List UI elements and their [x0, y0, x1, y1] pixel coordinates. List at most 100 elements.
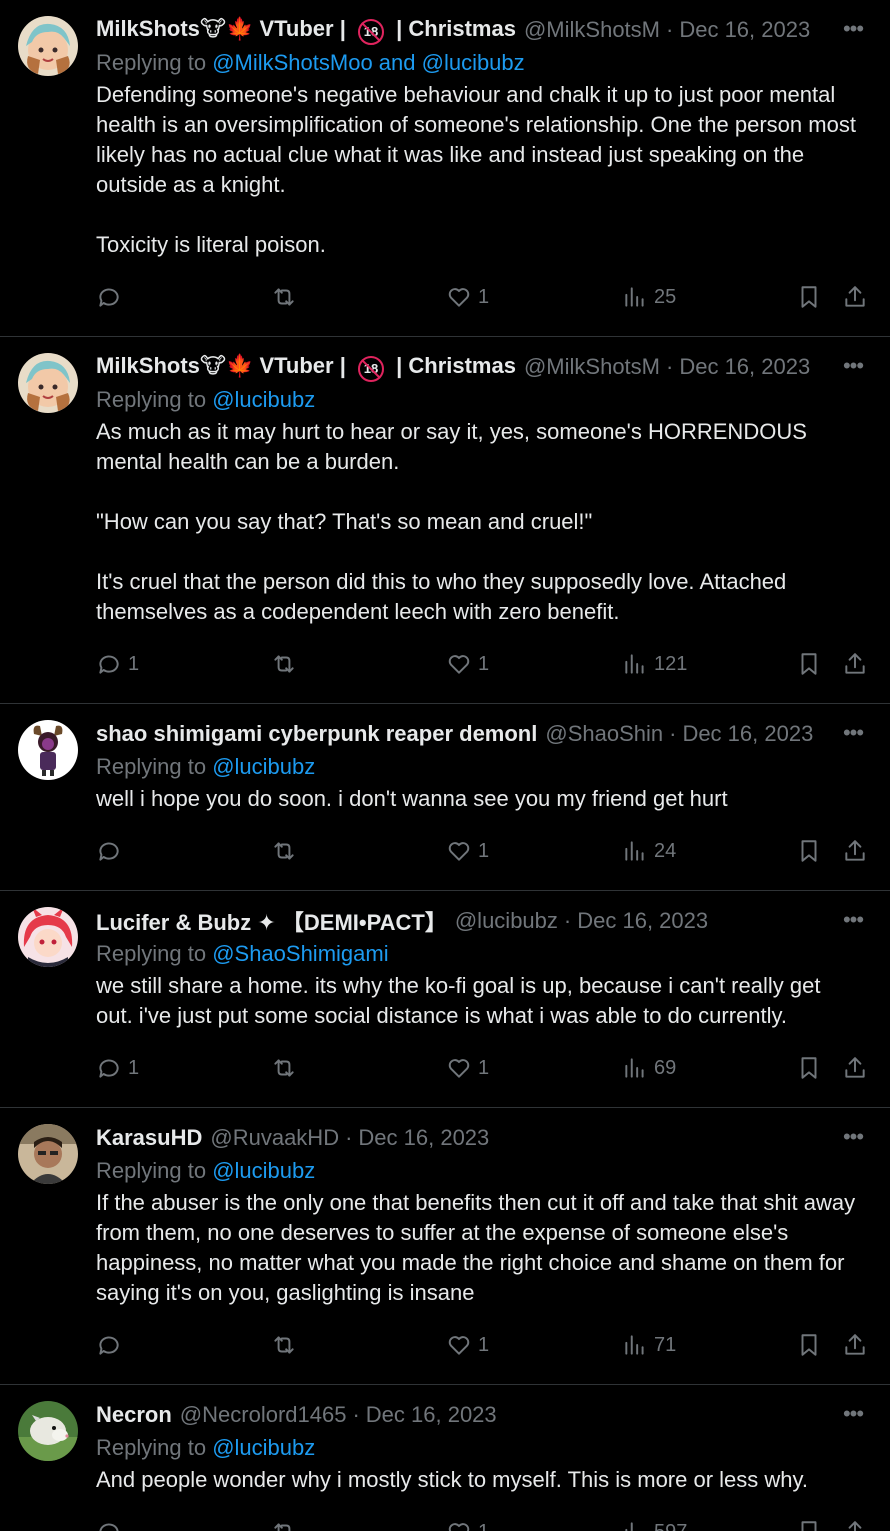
views-bar-chart-icon — [622, 1519, 648, 1531]
bookmark-button[interactable] — [796, 282, 822, 312]
more-options-icon[interactable]: ••• — [838, 1399, 868, 1431]
tweet[interactable]: MilkShots🐮🍁 VTuber | 18 | Christmas @Milk… — [0, 0, 890, 337]
retweet-button[interactable] — [271, 1517, 303, 1531]
avatar[interactable] — [18, 353, 78, 413]
tweet-text: well i hope you do soon. i don't wanna s… — [96, 786, 728, 811]
more-options-icon[interactable]: ••• — [838, 905, 868, 937]
retweet-icon — [271, 284, 297, 310]
like-button[interactable]: 1 — [446, 836, 489, 866]
avatar[interactable] — [18, 1124, 78, 1184]
avatar[interactable] — [18, 1401, 78, 1461]
like-button[interactable]: 1 — [446, 1517, 489, 1531]
tweet-header: KarasuHD @RuvaakHD · Dec 16, 2023 — [96, 1122, 868, 1154]
tweet[interactable]: Lucifer & Bubz ✦ 【DEMI•PACT】 @lucibubz · De… — [0, 891, 890, 1108]
mention-link[interactable]: @ShaoShimigami — [212, 941, 388, 966]
replying-to: Replying to @MilkShotsMoo and @lucibubz — [96, 50, 525, 75]
view-count: 121 — [654, 652, 688, 675]
tweet[interactable]: Necron @Necrolord1465 · Dec 16, 2023 ••• Repl… — [0, 1385, 890, 1531]
views-button[interactable]: 597 — [622, 1517, 687, 1531]
user-handle[interactable]: @MilkShotsM — [524, 354, 660, 380]
user-handle[interactable]: @RuvaakHD — [210, 1125, 339, 1151]
tweet-text: And people wonder why i mostly stick to … — [96, 1467, 808, 1492]
views-bar-chart-icon — [622, 1332, 648, 1358]
tweet-date[interactable]: Dec 16, 2023 — [679, 17, 810, 43]
views-button[interactable]: 24 — [622, 836, 676, 866]
more-options-icon[interactable]: ••• — [838, 351, 868, 383]
reply-button[interactable]: 1 — [96, 1053, 139, 1083]
retweet-button[interactable] — [271, 649, 303, 679]
avatar[interactable] — [18, 16, 78, 76]
user-handle[interactable]: @Necrolord1465 — [180, 1402, 347, 1428]
mention-link[interactable]: @lucibubz — [212, 387, 315, 412]
views-button[interactable]: 121 — [622, 649, 687, 679]
views-button[interactable]: 71 — [622, 1330, 676, 1360]
like-button[interactable]: 1 — [446, 1330, 489, 1360]
bookmark-icon — [796, 1332, 822, 1358]
like-button[interactable]: 1 — [446, 649, 489, 679]
tweet-text: we still share a home. its why the ko-fi… — [96, 973, 827, 1028]
share-button[interactable] — [842, 836, 868, 866]
bookmark-button[interactable] — [796, 1517, 822, 1531]
bookmark-button[interactable] — [796, 836, 822, 866]
retweet-button[interactable] — [271, 1330, 303, 1360]
share-upload-icon — [842, 1055, 868, 1081]
more-options-icon[interactable]: ••• — [838, 14, 868, 46]
tweet-header: MilkShots🐮🍁 VTuber | 18 | Christmas @Milk… — [96, 351, 868, 383]
share-button[interactable] — [842, 649, 868, 679]
user-handle[interactable]: @lucibubz — [455, 908, 558, 934]
bookmark-button[interactable] — [796, 1330, 822, 1360]
retweet-button[interactable] — [271, 836, 303, 866]
heart-icon — [446, 1332, 472, 1358]
like-button[interactable]: 1 — [446, 282, 489, 312]
retweet-icon — [271, 838, 297, 864]
mention-link[interactable]: @lucibubz — [212, 1158, 315, 1183]
mention-link[interactable]: @lucibubz — [212, 1435, 315, 1460]
display-name[interactable]: MilkShots🐮🍁 VTuber | 18 | Christmas — [96, 353, 516, 382]
share-upload-icon — [842, 1332, 868, 1358]
display-name[interactable]: KarasuHD — [96, 1125, 202, 1151]
bookmark-icon — [796, 838, 822, 864]
tweet-date[interactable]: Dec 16, 2023 — [679, 354, 810, 380]
bookmark-button[interactable] — [796, 649, 822, 679]
mention-link[interactable]: @lucibubz — [212, 754, 315, 779]
user-handle[interactable]: @MilkShotsM — [524, 17, 660, 43]
share-upload-icon — [842, 651, 868, 677]
views-button[interactable]: 25 — [622, 282, 676, 312]
tweet[interactable]: MilkShots🐮🍁 VTuber | 18 | Christmas @Milk… — [0, 337, 890, 704]
reply-button[interactable] — [96, 1330, 128, 1360]
display-name[interactable]: shao shimigami cyberpunk reaper demonl — [96, 721, 537, 747]
display-name[interactable]: Lucifer & Bubz ✦ 【DEMI•PACT】 — [96, 905, 447, 937]
tweet-date[interactable]: Dec 16, 2023 — [682, 721, 813, 747]
tweet-header: MilkShots🐮🍁 VTuber | 18 | Christmas @Milk… — [96, 14, 868, 46]
reply-button[interactable] — [96, 1517, 128, 1531]
share-button[interactable] — [842, 1330, 868, 1360]
reply-button[interactable] — [96, 836, 128, 866]
share-button[interactable] — [842, 282, 868, 312]
retweet-button[interactable] — [271, 282, 303, 312]
display-name[interactable]: MilkShots🐮🍁 VTuber | 18 | Christmas — [96, 16, 516, 45]
share-button[interactable] — [842, 1517, 868, 1531]
retweet-button[interactable] — [271, 1053, 303, 1083]
replying-to: Replying to @lucibubz — [96, 387, 316, 412]
user-handle[interactable]: @ShaoShin — [545, 721, 663, 747]
display-name[interactable]: Necron — [96, 1402, 172, 1428]
views-button[interactable]: 69 — [622, 1053, 676, 1083]
bookmark-icon — [796, 1519, 822, 1531]
mention-link[interactable]: @MilkShotsMoo and @lucibubz — [212, 50, 524, 75]
more-options-icon[interactable]: ••• — [838, 1122, 868, 1154]
avatar[interactable] — [18, 720, 78, 780]
tweet-date[interactable]: Dec 16, 2023 — [358, 1125, 489, 1151]
share-button[interactable] — [842, 1053, 868, 1083]
avatar[interactable] — [18, 907, 78, 967]
more-options-icon[interactable]: ••• — [838, 718, 868, 750]
reply-button[interactable]: 1 — [96, 649, 139, 679]
reply-icon — [96, 838, 122, 864]
tweet[interactable]: shao shimigami cyberpunk reaper demonl @S… — [0, 704, 890, 891]
tweet-date[interactable]: Dec 16, 2023 — [577, 908, 708, 934]
like-button[interactable]: 1 — [446, 1053, 489, 1083]
reply-button[interactable] — [96, 282, 128, 312]
tweet-date[interactable]: Dec 16, 2023 — [366, 1402, 497, 1428]
bookmark-button[interactable] — [796, 1053, 822, 1083]
bookmark-icon — [796, 284, 822, 310]
tweet[interactable]: KarasuHD @RuvaakHD · Dec 16, 2023 ••• Replyin… — [0, 1108, 890, 1385]
